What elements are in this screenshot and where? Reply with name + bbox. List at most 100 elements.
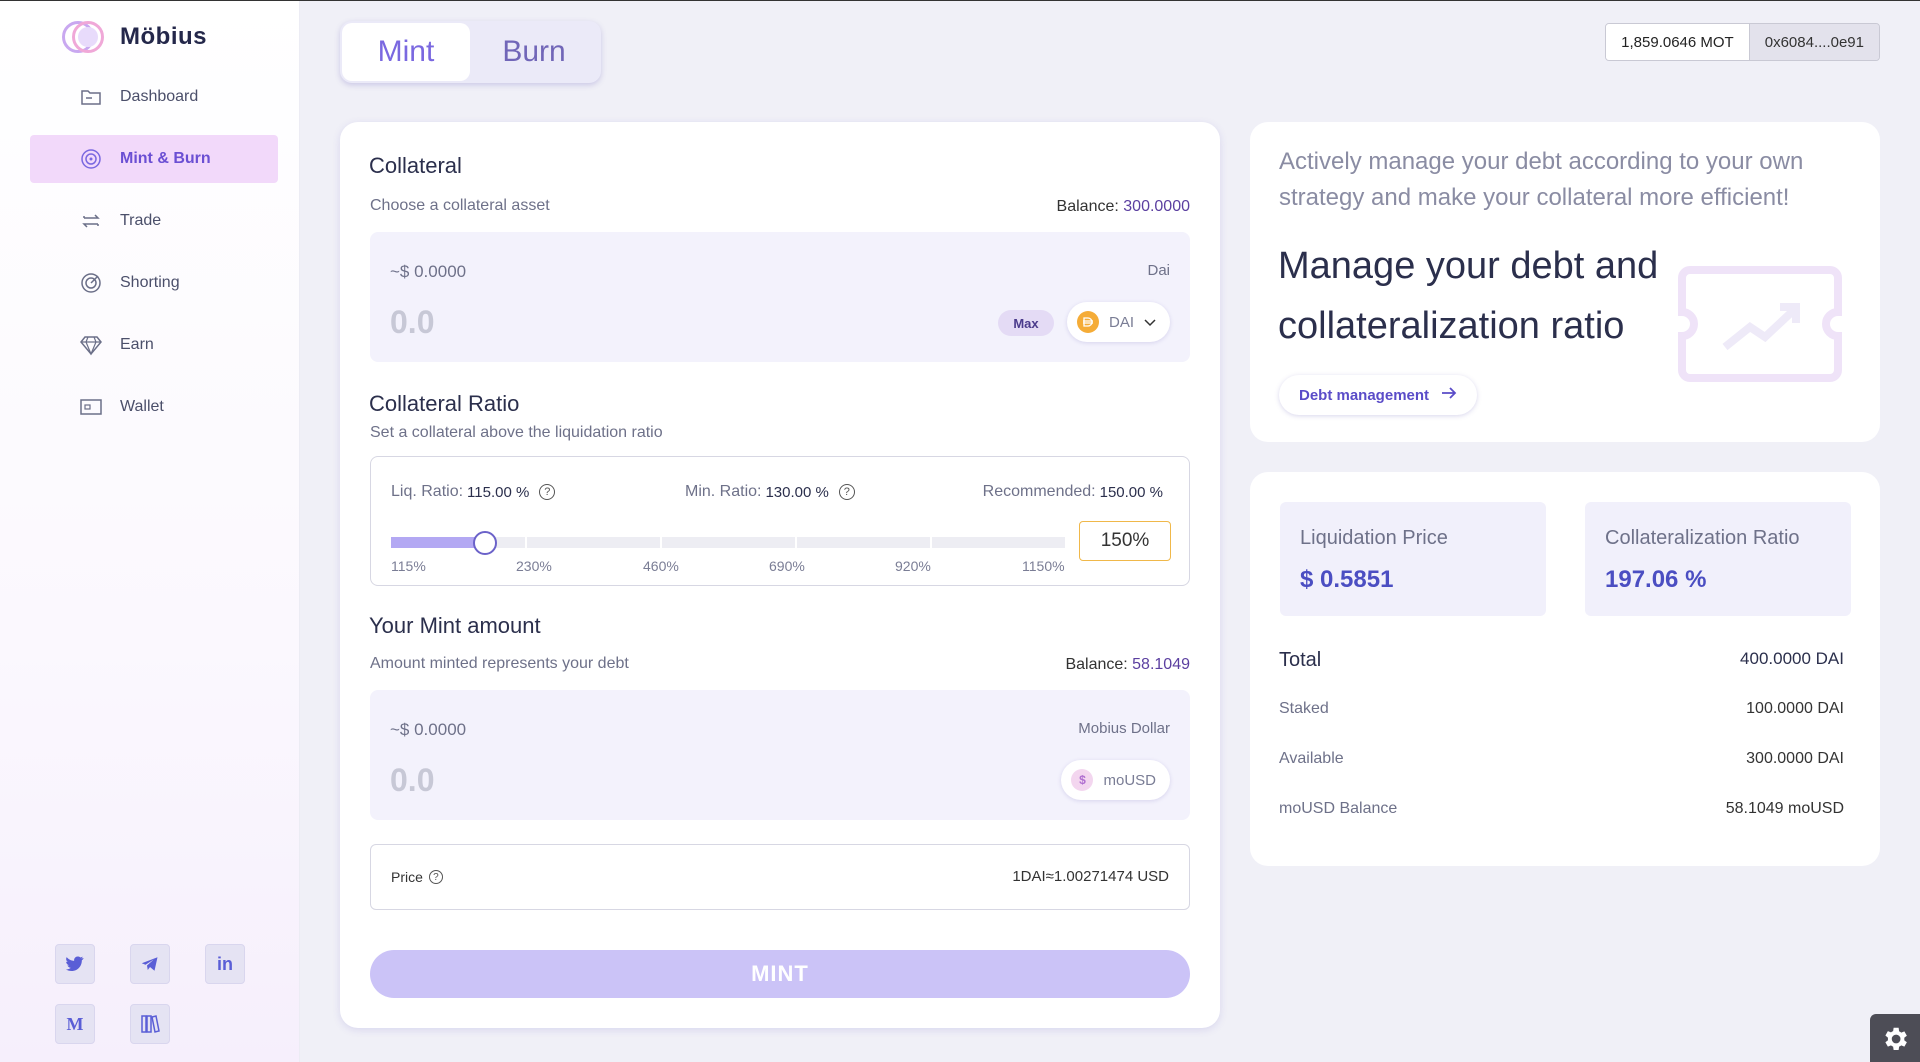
slider-divider bbox=[795, 537, 797, 548]
medium-icon[interactable]: M bbox=[55, 1004, 95, 1044]
collateral-usd-value: ~$ 0.0000 bbox=[390, 262, 467, 281]
stat-value: 300.0000 DAI bbox=[1746, 750, 1844, 767]
liquidation-price-value: $ 0.5851 bbox=[1300, 566, 1394, 593]
stats-card: Liquidation Price $ 0.5851 Collateraliza… bbox=[1250, 472, 1880, 866]
stat-row-total: Total 400.0000 DAI bbox=[1279, 649, 1844, 672]
sidebar-item-dashboard[interactable]: Dashboard bbox=[30, 73, 278, 121]
slider-tick: 115% bbox=[391, 558, 426, 574]
linkedin-icon[interactable]: in bbox=[205, 944, 245, 984]
sidebar-item-earn[interactable]: Earn bbox=[30, 321, 278, 369]
social-links: in M bbox=[55, 944, 245, 1044]
stat-row-mousd-balance: moUSD Balance 58.1049 moUSD bbox=[1279, 800, 1844, 818]
price-value: 1DAI≈1.00271474 USD bbox=[1012, 868, 1169, 885]
debt-info-card: Actively manage your debt according to y… bbox=[1250, 122, 1880, 442]
wallet-address-button[interactable]: 0x6084....0e91 bbox=[1749, 24, 1879, 60]
debt-management-button[interactable]: Debt management bbox=[1279, 375, 1478, 415]
diamond-icon bbox=[80, 334, 102, 356]
collateral-amount-input[interactable]: 0.0 bbox=[390, 304, 434, 341]
spiral-icon bbox=[80, 148, 102, 170]
price-label: Price ? bbox=[391, 869, 443, 885]
sidebar: Möbius Dashboard Mint & Burn Trade Short… bbox=[0, 1, 300, 1062]
collateralization-ratio-value: 197.06 % bbox=[1605, 566, 1707, 593]
swap-icon bbox=[80, 210, 102, 232]
mint-amount-title: Your Mint amount bbox=[369, 613, 541, 638]
slider-divider bbox=[660, 537, 662, 548]
tab-burn[interactable]: Burn bbox=[470, 23, 598, 81]
sidebar-item-label: Shorting bbox=[120, 274, 180, 291]
sidebar-item-wallet[interactable]: Wallet bbox=[30, 383, 278, 431]
collateral-input-box: ~$ 0.0000 Dai 0.0 Max DAI bbox=[370, 232, 1190, 362]
wallet-icon bbox=[80, 396, 102, 418]
stat-label: moUSD Balance bbox=[1279, 800, 1398, 817]
target-icon bbox=[80, 272, 102, 294]
liq-ratio-value: 115.00 % bbox=[467, 483, 530, 501]
mint-card: Collateral Choose a collateral asset Bal… bbox=[340, 122, 1220, 1028]
tab-mint[interactable]: Mint bbox=[342, 23, 470, 81]
max-button[interactable]: Max bbox=[998, 310, 1054, 336]
liq-ratio-label: Liq. Ratio: bbox=[391, 483, 464, 500]
stat-label: Available bbox=[1279, 750, 1344, 767]
dai-coin-icon bbox=[1076, 311, 1099, 333]
ratio-subtitle: Set a collateral above the liquidation r… bbox=[370, 424, 663, 441]
mint-amount-subtitle: Amount minted represents your debt bbox=[370, 655, 629, 672]
sidebar-item-label: Wallet bbox=[120, 398, 164, 415]
mint-burn-toggle: Mint Burn bbox=[340, 21, 601, 83]
ratio-slider-thumb[interactable] bbox=[473, 531, 497, 555]
sidebar-item-label: Earn bbox=[120, 336, 154, 353]
slider-tick: 230% bbox=[516, 558, 552, 574]
chart-illustration-icon bbox=[1670, 262, 1850, 392]
mint-input-box: ~$ 0.0000 Mobius Dollar 0.0 $ moUSD bbox=[370, 690, 1190, 820]
liq-ratio: Liq. Ratio: 115.00 % ? bbox=[391, 483, 556, 501]
collateral-title: Collateral bbox=[369, 153, 462, 178]
mint-usd-value: ~$ 0.0000 bbox=[390, 720, 467, 739]
mot-balance: 1,859.0646 MOT bbox=[1606, 24, 1750, 60]
ratio-title: Collateral Ratio bbox=[369, 391, 520, 416]
slider-tick: 690% bbox=[769, 558, 805, 574]
info-intro: Actively manage your debt according to y… bbox=[1279, 148, 1804, 211]
sidebar-nav: Dashboard Mint & Burn Trade Shorting Ear… bbox=[30, 73, 278, 445]
mousd-coin-icon: $ bbox=[1071, 769, 1094, 791]
mint-amount-input[interactable]: 0.0 bbox=[390, 762, 434, 799]
stat-row-staked: Staked 100.0000 DAI bbox=[1279, 700, 1844, 718]
slider-tick: 920% bbox=[895, 558, 931, 574]
help-icon[interactable]: ? bbox=[838, 484, 855, 500]
help-icon[interactable]: ? bbox=[428, 870, 443, 884]
ratio-slider-fill bbox=[391, 537, 485, 548]
collateral-token-select[interactable]: DAI bbox=[1066, 302, 1170, 342]
debt-management-label: Debt management bbox=[1299, 386, 1430, 404]
collateral-token-label: DAI bbox=[1108, 313, 1134, 331]
balance-value: 300.0000 bbox=[1123, 198, 1190, 215]
twitter-icon[interactable] bbox=[55, 944, 95, 984]
ratio-input[interactable]: 150% bbox=[1079, 521, 1171, 561]
settings-gear-icon[interactable] bbox=[1870, 1014, 1920, 1062]
sidebar-item-mint-burn[interactable]: Mint & Burn bbox=[30, 135, 278, 183]
balance-value: 58.1049 bbox=[1132, 656, 1190, 673]
price-label-text: Price bbox=[391, 869, 423, 885]
docs-icon[interactable] bbox=[130, 1004, 170, 1044]
slider-divider bbox=[525, 537, 527, 548]
sidebar-item-shorting[interactable]: Shorting bbox=[30, 259, 278, 307]
telegram-icon[interactable] bbox=[130, 944, 170, 984]
stat-value: 400.0000 DAI bbox=[1740, 649, 1844, 668]
help-icon[interactable]: ? bbox=[539, 484, 556, 500]
sidebar-item-label: Dashboard bbox=[120, 88, 199, 105]
wallet-info: 1,859.0646 MOT 0x6084....0e91 bbox=[1605, 23, 1880, 61]
linkedin-text: in bbox=[217, 953, 233, 974]
brand-logo[interactable]: Möbius bbox=[62, 19, 207, 55]
collateral-asset-name: Dai bbox=[1147, 262, 1170, 279]
balance-label: Balance: bbox=[1056, 198, 1119, 215]
slider-tick: 1150% bbox=[1022, 558, 1065, 574]
medium-text: M bbox=[66, 1013, 84, 1034]
folder-icon bbox=[80, 86, 102, 108]
stat-label: Total bbox=[1279, 649, 1322, 671]
stat-label: Staked bbox=[1279, 700, 1329, 717]
ratio-box: Liq. Ratio: 115.00 % ? Min. Ratio: 130.0… bbox=[370, 456, 1190, 586]
slider-divider bbox=[930, 537, 932, 548]
chevron-down-icon bbox=[1144, 314, 1156, 331]
recommended-ratio-value: 150.00 % bbox=[1099, 483, 1163, 501]
liquidation-price-label: Liquidation Price bbox=[1300, 527, 1448, 549]
arrow-right-icon bbox=[1441, 386, 1457, 404]
collateralization-ratio-tile: Collateralization Ratio 197.06 % bbox=[1585, 502, 1851, 616]
mint-button[interactable]: MINT bbox=[370, 950, 1190, 998]
sidebar-item-trade[interactable]: Trade bbox=[30, 197, 278, 245]
